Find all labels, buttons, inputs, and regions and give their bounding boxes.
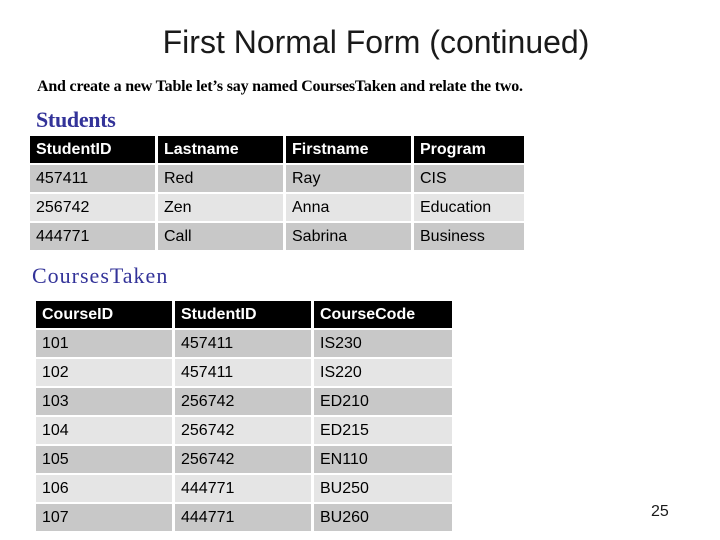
cell-student-id: 457411 bbox=[175, 330, 314, 359]
cell-student-id: 457411 bbox=[30, 165, 158, 194]
slide-title: First Normal Form (continued) bbox=[162, 24, 590, 60]
cell-lastname: Red bbox=[158, 165, 286, 194]
cell-course-code: IS220 bbox=[314, 359, 452, 388]
page-number: 25 bbox=[651, 503, 669, 520]
cell-program: Business bbox=[414, 223, 524, 252]
cell-course-id: 103 bbox=[36, 388, 175, 417]
table-row: 106 444771 BU250 bbox=[36, 475, 452, 504]
table-row: 105 256742 EN110 bbox=[36, 446, 452, 475]
cell-course-id: 105 bbox=[36, 446, 175, 475]
cell-program: CIS bbox=[414, 165, 524, 194]
cell-course-id: 106 bbox=[36, 475, 175, 504]
table-row: 103 256742 ED210 bbox=[36, 388, 452, 417]
cell-firstname: Anna bbox=[286, 194, 414, 223]
courses-taken-table-label: CoursesTaken bbox=[32, 263, 169, 288]
cell-firstname: Ray bbox=[286, 165, 414, 194]
cell-lastname: Zen bbox=[158, 194, 286, 223]
cell-student-id: 256742 bbox=[175, 417, 314, 446]
cell-student-id: 444771 bbox=[175, 475, 314, 504]
cell-course-id: 104 bbox=[36, 417, 175, 446]
column-header-student-id: StudentID bbox=[175, 301, 314, 330]
cell-student-id: 457411 bbox=[175, 359, 314, 388]
cell-student-id: 256742 bbox=[30, 194, 158, 223]
table-row: 102 457411 IS220 bbox=[36, 359, 452, 388]
cell-course-code: BU250 bbox=[314, 475, 452, 504]
table-row: 107 444771 BU260 bbox=[36, 504, 452, 533]
cell-lastname: Call bbox=[158, 223, 286, 252]
students-table-label: Students bbox=[36, 107, 116, 132]
cell-student-id: 256742 bbox=[175, 446, 314, 475]
table-row: 101 457411 IS230 bbox=[36, 330, 452, 359]
students-header-row: StudentID Lastname Firstname Program bbox=[30, 136, 524, 165]
cell-student-id: 444771 bbox=[175, 504, 314, 533]
cell-course-code: IS230 bbox=[314, 330, 452, 359]
column-header-course-code: CourseCode bbox=[314, 301, 452, 330]
column-header-firstname: Firstname bbox=[286, 136, 414, 165]
cell-course-id: 102 bbox=[36, 359, 175, 388]
cell-course-code: BU260 bbox=[314, 504, 452, 533]
column-header-lastname: Lastname bbox=[158, 136, 286, 165]
courses-taken-table: CourseID StudentID CourseCode 101 457411… bbox=[36, 301, 452, 533]
cell-student-id: 444771 bbox=[30, 223, 158, 252]
cell-student-id: 256742 bbox=[175, 388, 314, 417]
table-row: 457411 Red Ray CIS bbox=[30, 165, 524, 194]
slide-subtitle: And create a new Table let’s say named C… bbox=[37, 78, 523, 95]
cell-course-id: 107 bbox=[36, 504, 175, 533]
cell-program: Education bbox=[414, 194, 524, 223]
column-header-program: Program bbox=[414, 136, 524, 165]
courses-taken-header-row: CourseID StudentID CourseCode bbox=[36, 301, 452, 330]
students-table: StudentID Lastname Firstname Program 457… bbox=[30, 136, 524, 252]
cell-course-code: EN110 bbox=[314, 446, 452, 475]
column-header-course-id: CourseID bbox=[36, 301, 175, 330]
cell-course-code: ED215 bbox=[314, 417, 452, 446]
cell-course-id: 101 bbox=[36, 330, 175, 359]
cell-firstname: Sabrina bbox=[286, 223, 414, 252]
cell-course-code: ED210 bbox=[314, 388, 452, 417]
table-row: 256742 Zen Anna Education bbox=[30, 194, 524, 223]
table-row: 104 256742 ED215 bbox=[36, 417, 452, 446]
column-header-student-id: StudentID bbox=[30, 136, 158, 165]
table-row: 444771 Call Sabrina Business bbox=[30, 223, 524, 252]
